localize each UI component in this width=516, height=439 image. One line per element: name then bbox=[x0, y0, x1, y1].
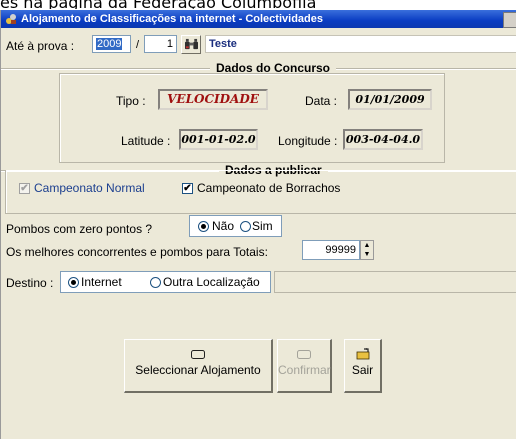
monitor-icon bbox=[297, 350, 311, 359]
campeonato-normal-checkbox[interactable]: ✔ bbox=[19, 183, 30, 194]
binoculars-icon bbox=[184, 38, 198, 50]
zero-pontos-group: Não Sim bbox=[189, 215, 282, 237]
seleccionar-alojamento-label: Seleccionar Alojamento bbox=[135, 363, 261, 377]
prova-year-field[interactable]: 2009 bbox=[92, 35, 131, 53]
exit-door-icon bbox=[356, 348, 369, 360]
data-label: Data : bbox=[305, 94, 338, 108]
prova-label: Até à prova : bbox=[6, 39, 75, 53]
tipo-label: Tipo : bbox=[116, 94, 146, 108]
totais-label: Os melhores concorrentes e pombos para T… bbox=[6, 245, 268, 259]
prova-number-field[interactable]: 1 bbox=[144, 35, 177, 53]
destino-path-field[interactable] bbox=[274, 271, 516, 293]
window-title: Alojamento de Classificações na internet… bbox=[21, 13, 323, 25]
longitude-label: Longitude : bbox=[278, 134, 338, 148]
destino-group: Internet Outra Localização bbox=[60, 271, 271, 293]
app-icon bbox=[6, 14, 16, 24]
latitude-field: 001-01-02.0 bbox=[179, 129, 258, 150]
sair-label: Sair bbox=[351, 363, 374, 377]
background-page-text: es na página da Federação Columbófila bbox=[0, 0, 516, 9]
campeonato-borrachos-label: Campeonato de Borrachos bbox=[197, 181, 341, 195]
spin-down-icon[interactable]: ▼ bbox=[361, 250, 373, 259]
tipo-field: VELOCIDADE bbox=[158, 89, 268, 110]
zero-pontos-sim-radio[interactable] bbox=[240, 221, 251, 232]
spin-up-icon[interactable]: ▲ bbox=[361, 241, 373, 250]
destino-outra-label: Outra Localização bbox=[163, 275, 260, 289]
destino-outra-radio[interactable] bbox=[150, 277, 161, 288]
prova-separator: / bbox=[136, 39, 140, 51]
latitude-label: Latitude : bbox=[121, 134, 171, 148]
monitor-icon bbox=[191, 350, 205, 359]
zero-pontos-nao-label: Não bbox=[212, 219, 235, 233]
zero-pontos-nao-radio[interactable] bbox=[198, 221, 209, 232]
destino-label: Destino : bbox=[6, 276, 54, 290]
zero-pontos-label: Pombos com zero pontos ? bbox=[6, 222, 153, 236]
sair-button[interactable]: Sair bbox=[344, 339, 382, 393]
dialog-window: Alojamento de Classificações na internet… bbox=[0, 10, 516, 439]
prova-name-field: Teste bbox=[205, 35, 516, 53]
zero-pontos-sim-label: Sim bbox=[252, 219, 273, 233]
campeonato-normal-label: Campeonato Normal bbox=[34, 181, 145, 195]
search-prova-button[interactable] bbox=[181, 35, 201, 54]
totais-spinner[interactable]: ▲ ▼ bbox=[360, 240, 374, 260]
confirmar-label: Confirmar bbox=[278, 363, 331, 377]
title-bar[interactable]: Alojamento de Classificações na internet… bbox=[1, 10, 516, 28]
destino-internet-label: Internet bbox=[81, 275, 122, 289]
seleccionar-alojamento-button[interactable]: Seleccionar Alojamento bbox=[124, 339, 273, 393]
destino-internet-radio[interactable] bbox=[68, 277, 79, 288]
totais-field[interactable]: 99999 bbox=[302, 240, 360, 260]
confirmar-button[interactable]: Confirmar bbox=[277, 339, 332, 393]
data-field: 01/01/2009 bbox=[348, 89, 432, 110]
campeonato-borrachos-checkbox[interactable]: ✔ bbox=[182, 183, 193, 194]
longitude-field: 003-04-04.0 bbox=[343, 129, 423, 150]
close-button[interactable] bbox=[503, 12, 516, 28]
